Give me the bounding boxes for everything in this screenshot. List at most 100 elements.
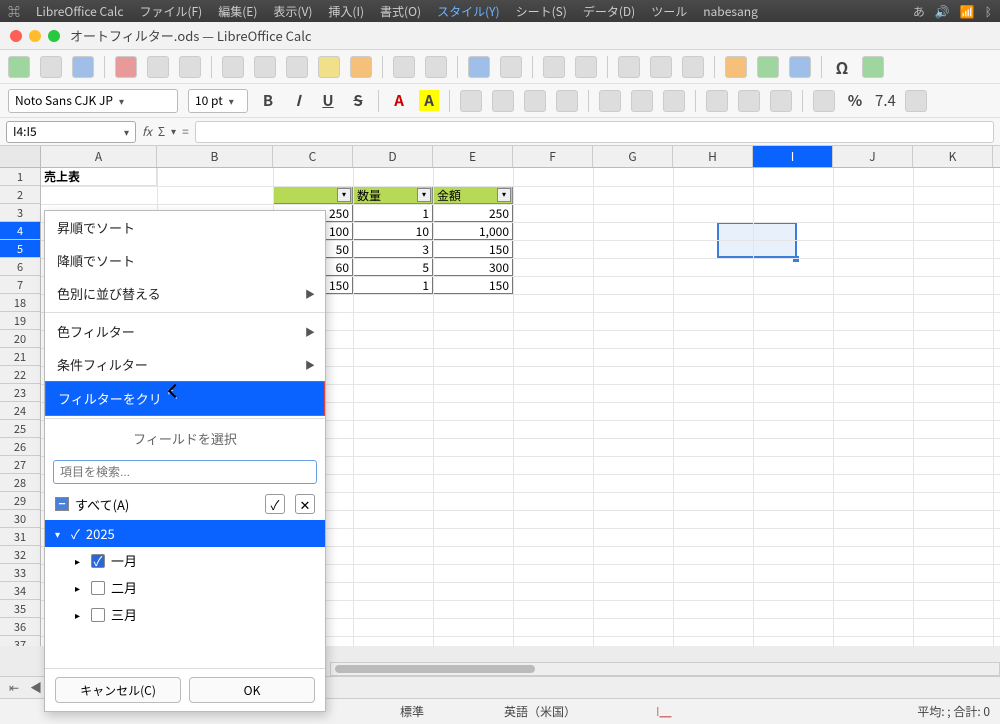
omega-icon[interactable]: Ω xyxy=(832,55,852,79)
new-doc-icon[interactable] xyxy=(8,56,30,78)
row-header-28[interactable]: 28 xyxy=(0,474,40,492)
row-header-35[interactable]: 35 xyxy=(0,600,40,618)
italic-button[interactable]: I xyxy=(288,90,308,111)
sort-asc-icon[interactable] xyxy=(618,56,640,78)
menu-file[interactable]: ファイル(F) xyxy=(139,3,202,20)
align-center-icon[interactable] xyxy=(492,90,514,112)
highlight-button[interactable]: A xyxy=(419,90,439,111)
col-header-j[interactable]: J xyxy=(833,146,913,167)
row-header-33[interactable]: 33 xyxy=(0,564,40,582)
underline-button[interactable]: U xyxy=(318,90,338,111)
row-header-6[interactable]: 6 xyxy=(0,258,40,276)
font-name-combo[interactable]: Noto Sans CJK JP▾ xyxy=(8,89,178,113)
bold-button[interactable]: B xyxy=(258,90,278,111)
date-icon[interactable] xyxy=(905,90,927,112)
row-header-32[interactable]: 32 xyxy=(0,546,40,564)
filter-dropdown-d[interactable]: ▾ xyxy=(417,188,431,202)
collapse-icon[interactable]: ▾ xyxy=(55,526,65,541)
sort-by-color-item[interactable]: 色別に並び替える▶ xyxy=(45,277,325,310)
currency-icon[interactable] xyxy=(813,90,835,112)
menu-sheet[interactable]: シート(S) xyxy=(516,3,567,20)
month-2-checkbox[interactable] xyxy=(91,581,105,595)
wrap-icon[interactable] xyxy=(706,90,728,112)
row-header-23[interactable]: 23 xyxy=(0,384,40,402)
row-header-30[interactable]: 30 xyxy=(0,510,40,528)
print-icon[interactable] xyxy=(147,56,169,78)
row-header-27[interactable]: 27 xyxy=(0,456,40,474)
month-1-checkbox[interactable]: ✓ xyxy=(91,554,105,568)
row-header-5[interactable]: 5 xyxy=(0,240,40,258)
align-left-icon[interactable] xyxy=(460,90,482,112)
menu-format[interactable]: 書式(O) xyxy=(380,3,421,20)
row-header-1[interactable]: 1 xyxy=(0,168,40,186)
filter-dropdown-c[interactable]: ▾ xyxy=(337,188,351,202)
expand-icon[interactable]: ▸ xyxy=(75,607,85,622)
col-header-h[interactable]: H xyxy=(673,146,753,167)
close-window-button[interactable] xyxy=(10,30,22,42)
col-header-d[interactable]: D xyxy=(353,146,433,167)
col-header-a[interactable]: A xyxy=(41,146,157,167)
row-header-21[interactable]: 21 xyxy=(0,348,40,366)
status-std[interactable]: 標準 xyxy=(400,703,424,720)
cell-d5[interactable]: 3 xyxy=(353,240,433,258)
menu-user[interactable]: nabesang xyxy=(703,3,758,20)
pdf-icon[interactable] xyxy=(115,56,137,78)
format-paint-icon[interactable] xyxy=(318,56,340,78)
fill-handle[interactable] xyxy=(793,256,799,262)
input-icon[interactable]: あ xyxy=(913,3,925,20)
undo-icon[interactable] xyxy=(393,56,415,78)
name-box[interactable]: I4:I5 ▾ xyxy=(6,121,136,143)
tree-month-3[interactable]: ▸ 三月 xyxy=(45,601,325,628)
strike-button[interactable]: S xyxy=(348,90,368,111)
col-header-i[interactable]: I xyxy=(753,146,833,167)
spellcheck-icon[interactable] xyxy=(500,56,522,78)
tree-year-row[interactable]: ▾ ✓ 2025 xyxy=(45,520,325,547)
cut-icon[interactable] xyxy=(222,56,244,78)
redo-icon[interactable] xyxy=(425,56,447,78)
copy-icon[interactable] xyxy=(254,56,276,78)
col-header-g[interactable]: G xyxy=(593,146,673,167)
row-col-icon[interactable] xyxy=(575,56,597,78)
ok-button[interactable]: OK xyxy=(189,677,315,703)
row-header-20[interactable]: 20 xyxy=(0,330,40,348)
link-icon[interactable] xyxy=(862,56,884,78)
horizontal-scrollbar[interactable] xyxy=(330,662,1000,676)
cell-d6[interactable]: 5 xyxy=(353,258,433,276)
open-icon[interactable] xyxy=(40,56,62,78)
cell-e5[interactable]: 150 xyxy=(433,240,513,258)
cell-c2-header[interactable]: ▾ xyxy=(273,186,353,204)
align-right-icon[interactable] xyxy=(524,90,546,112)
status-lang[interactable]: 英語（米国） xyxy=(504,703,576,720)
sigma-button[interactable]: Σ xyxy=(158,123,165,140)
wifi-icon[interactable]: 📶 xyxy=(960,3,975,20)
col-header-e[interactable]: E xyxy=(433,146,513,167)
first-sheet-button[interactable]: ⇤ xyxy=(6,679,22,696)
app-name[interactable]: LibreOffice Calc xyxy=(36,3,123,20)
sort-desc-item[interactable]: 降順でソート xyxy=(45,244,325,277)
menu-tools[interactable]: ツール xyxy=(651,3,687,20)
row-header-7[interactable]: 7 xyxy=(0,276,40,294)
row-header-36[interactable]: 36 xyxy=(0,618,40,636)
menu-style[interactable]: スタイル(Y) xyxy=(437,3,500,20)
row-header-37[interactable]: 37 xyxy=(0,636,40,646)
volume-icon[interactable]: 🔊 xyxy=(935,3,950,20)
row-header-19[interactable]: 19 xyxy=(0,312,40,330)
menu-view[interactable]: 表示(V) xyxy=(273,3,312,20)
minimize-window-button[interactable] xyxy=(29,30,41,42)
filter-all-row[interactable]: − すべて(A) ✓ ✕ xyxy=(45,488,325,520)
merge-icon[interactable] xyxy=(738,90,760,112)
row-header-29[interactable]: 29 xyxy=(0,492,40,510)
scrollbar-thumb[interactable] xyxy=(335,665,535,673)
expand-icon[interactable]: ▸ xyxy=(75,553,85,568)
filter-by-color-item[interactable]: 色フィルター▶ xyxy=(45,315,325,348)
equals-button[interactable]: = xyxy=(182,123,189,140)
menu-data[interactable]: データ(D) xyxy=(583,3,635,20)
cell-e7[interactable]: 150 xyxy=(433,276,513,294)
row-header-24[interactable]: 24 xyxy=(0,402,40,420)
chart-icon[interactable] xyxy=(757,56,779,78)
filter-condition-item[interactable]: 条件フィルター▶ xyxy=(45,348,325,381)
row-header-22[interactable]: 22 xyxy=(0,366,40,384)
clear-filter-item[interactable]: フィルターをクリ ↖ xyxy=(45,381,325,416)
filter-search-input[interactable] xyxy=(53,460,317,484)
col-header-f[interactable]: F xyxy=(513,146,593,167)
